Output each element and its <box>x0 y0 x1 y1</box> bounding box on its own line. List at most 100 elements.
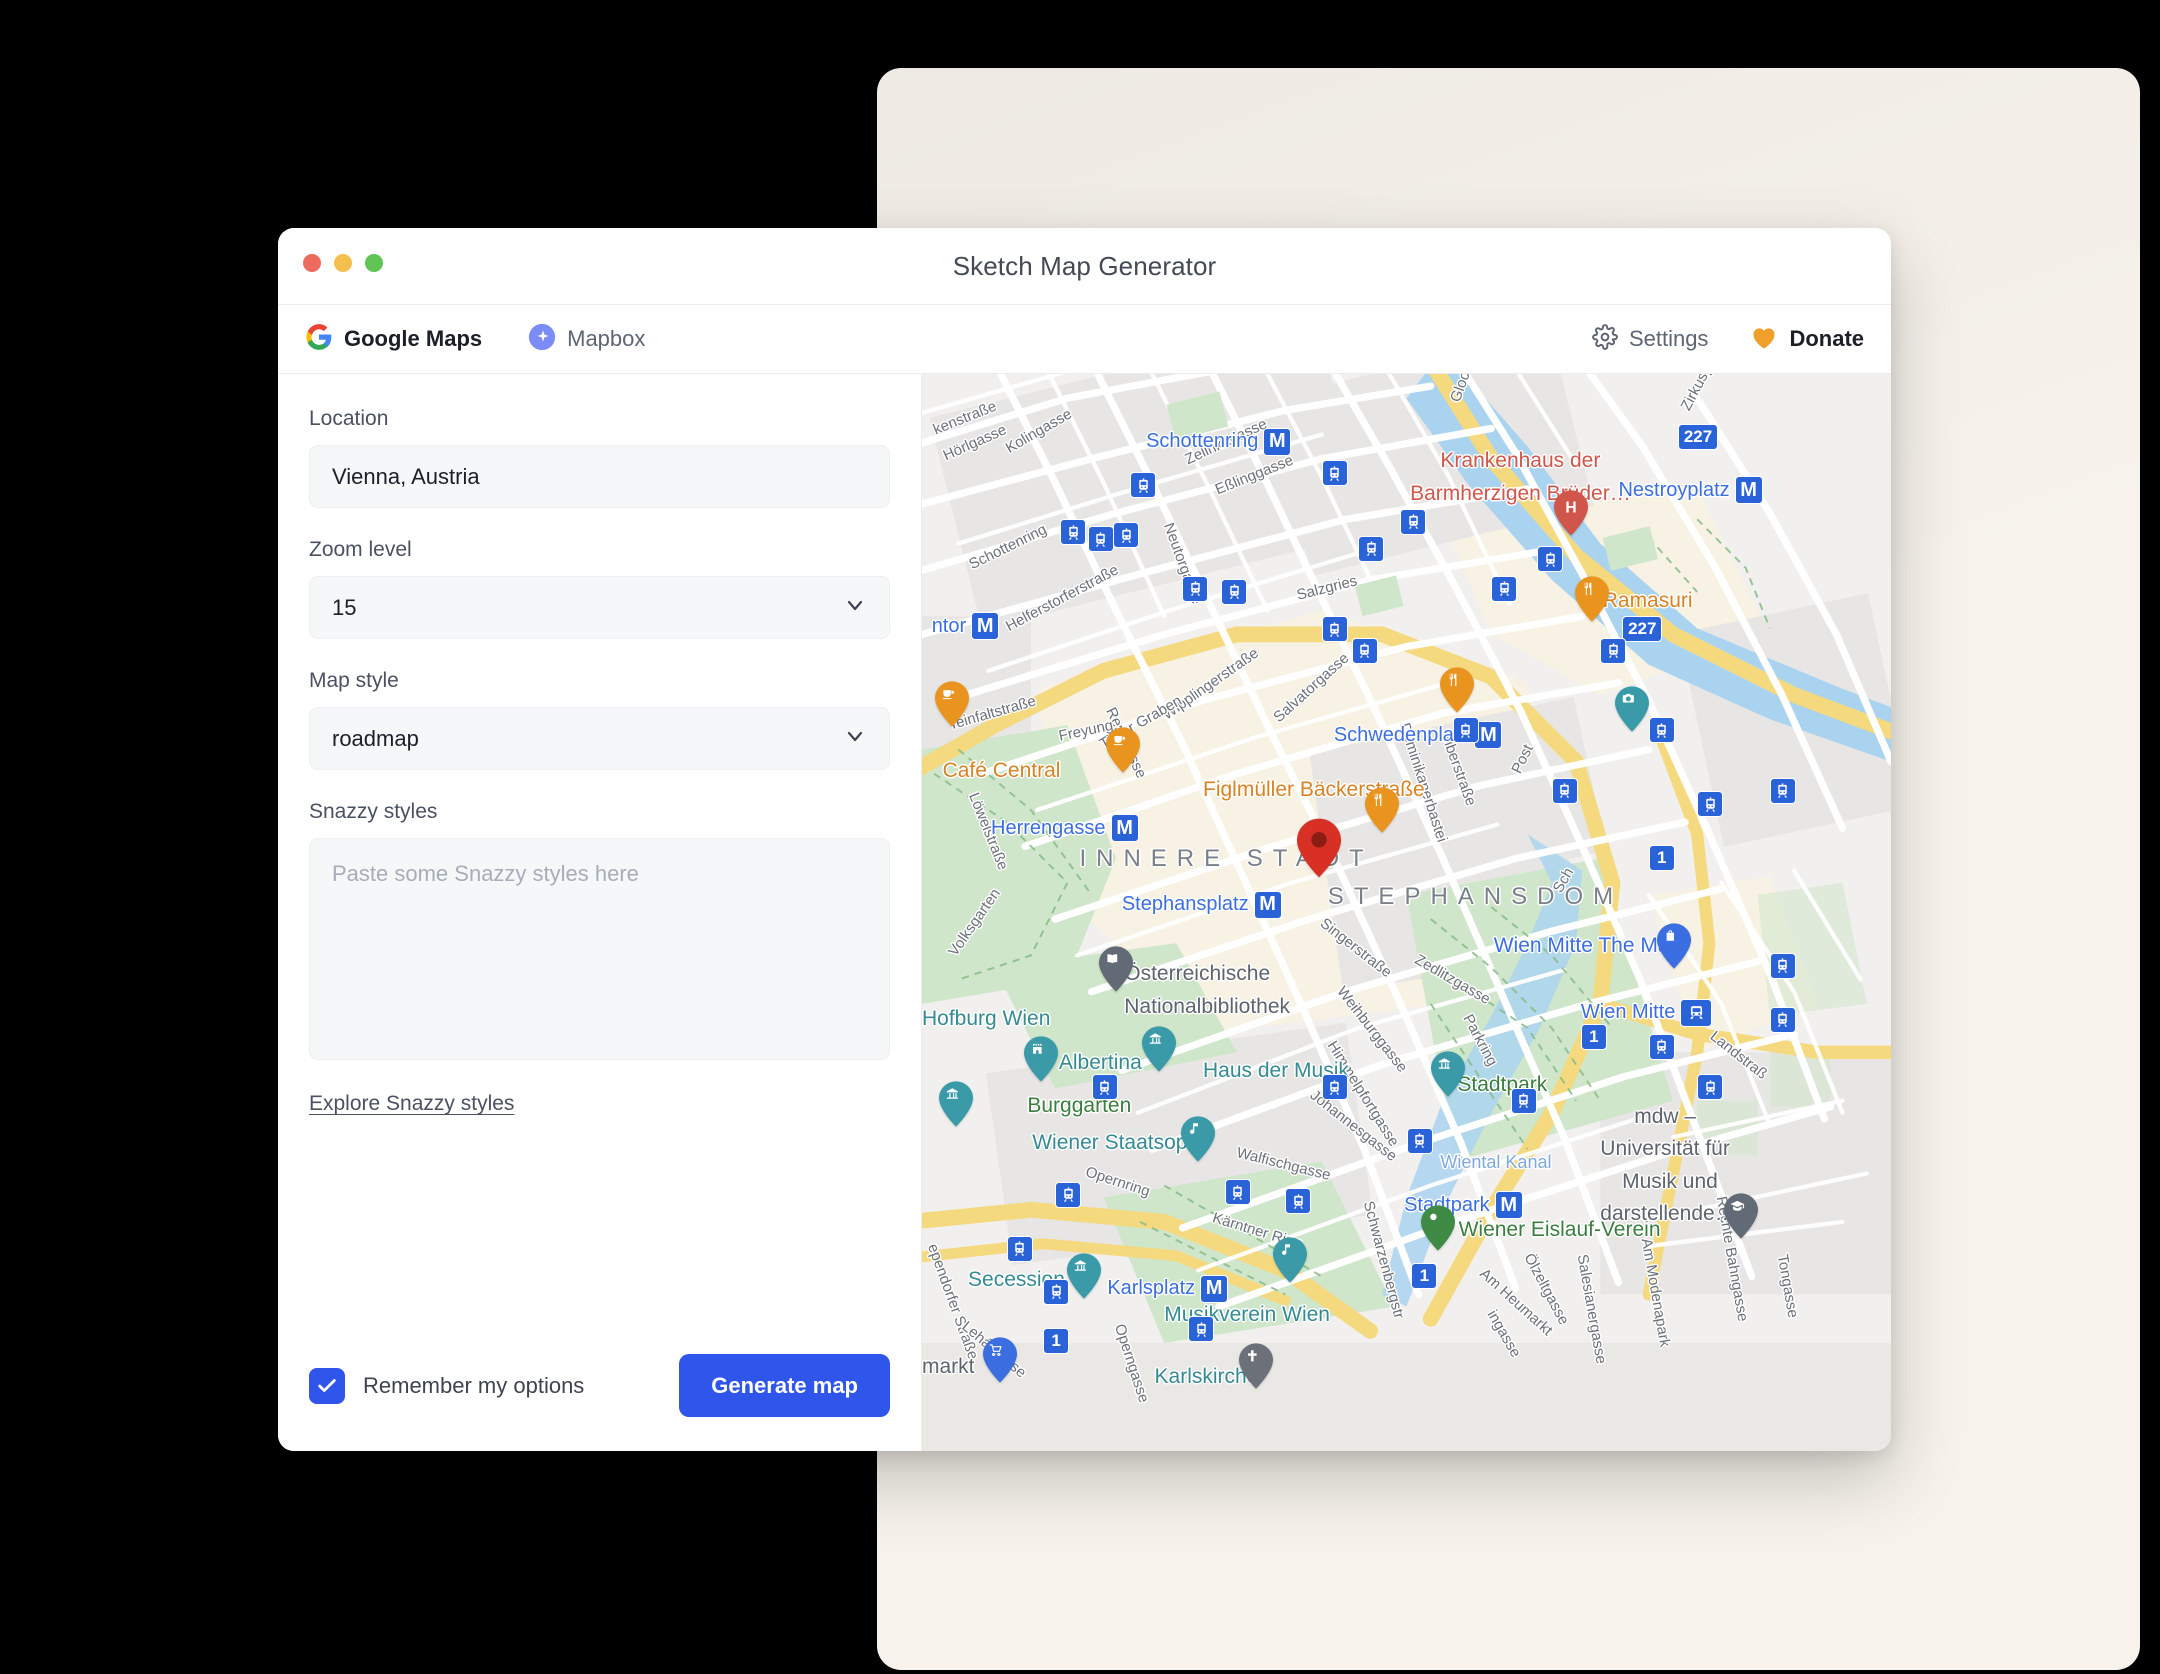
street-label: Schwarzenbergstr <box>1359 1198 1408 1320</box>
tram-stop-icon <box>1648 1033 1675 1060</box>
university-marker[interactable] <box>1723 1192 1758 1239</box>
tram-stop-icon <box>1224 1179 1251 1206</box>
street-label: Singerstraße <box>1316 914 1395 981</box>
photo-marker[interactable] <box>1614 686 1649 732</box>
selected-location-marker[interactable] <box>1297 818 1342 878</box>
donate-button[interactable]: Donate <box>1750 324 1864 355</box>
tram-stop-icon <box>1113 522 1140 549</box>
tab-google-maps[interactable]: Google Maps <box>305 323 482 356</box>
tram-stop-icon <box>1043 1278 1070 1305</box>
castle-marker[interactable] <box>1023 1036 1058 1083</box>
tab-mapbox[interactable]: Mapbox <box>528 323 645 356</box>
street-label: Walfischgasse <box>1234 1144 1333 1185</box>
street-label: Salvatorgasse <box>1269 649 1353 726</box>
location-label: Location <box>309 407 389 430</box>
tram-stop-icon <box>1285 1188 1312 1215</box>
restaurant-marker[interactable] <box>1574 576 1609 622</box>
tram-stop-icon <box>1400 508 1427 535</box>
transit-label-text: Schottenring <box>1146 430 1259 453</box>
street-label: Dominikanerbastei <box>1395 720 1451 844</box>
music-marker[interactable] <box>1181 1116 1216 1162</box>
poi-label: mdw – <box>1634 1105 1697 1128</box>
poi-label: Österreichische <box>1124 962 1271 986</box>
map-style-select[interactable]: roadmap <box>309 707 890 770</box>
maximize-window-button[interactable] <box>365 254 383 272</box>
tram-stop-icon <box>1006 1235 1033 1262</box>
snazzy-styles-textarea[interactable]: Paste some Snazzy styles here <box>309 838 890 1060</box>
poi-label: Wiener Staatsoper <box>1032 1130 1207 1154</box>
tram-stop-icon <box>1351 637 1378 664</box>
hospital-marker[interactable]: H <box>1554 490 1589 536</box>
restaurant-marker[interactable] <box>1440 667 1475 714</box>
museum-marker[interactable] <box>1067 1253 1102 1299</box>
street-label: Zelinkagasse <box>1182 415 1270 469</box>
cafe-marker[interactable] <box>935 681 970 727</box>
tram-stop-icon <box>1321 616 1348 643</box>
shopping-marker[interactable] <box>1657 923 1692 969</box>
poi-label: Barmherzigen Brüder… <box>1410 481 1631 505</box>
tram-stop-icon <box>1321 460 1348 487</box>
zoom-level-value: 15 <box>332 594 357 620</box>
street-label: Weihburggasse <box>1333 983 1411 1076</box>
options-panel: Location Vienna, Austria Zoom level 15 M… <box>278 374 922 1451</box>
remember-options-checkbox-row[interactable]: Remember my options <box>309 1367 584 1404</box>
tram-stop-icon <box>1769 777 1796 804</box>
street-label: Johannesgasse <box>1306 1086 1401 1165</box>
transit-badge-icon: M <box>1253 890 1282 919</box>
app-toolbar: Google Maps Mapbox Settings Donate <box>278 304 1891 374</box>
street-label: Tongasse <box>1773 1253 1802 1320</box>
transit-badge-icon <box>1680 998 1713 1027</box>
street-label: Wipplingerstraße <box>1159 644 1262 724</box>
museum-marker[interactable] <box>1430 1051 1465 1097</box>
explore-snazzy-styles-link[interactable]: Explore Snazzy styles <box>309 1092 514 1116</box>
church-marker[interactable] <box>1239 1343 1274 1389</box>
map-preview[interactable]: kenstraße Hörlgasse Kolingasse Zelinkagasse… <box>922 374 1891 1451</box>
tram-stop-icon <box>1406 1127 1433 1154</box>
street-label: Zedlitzgasse <box>1411 951 1494 1009</box>
restaurant-marker[interactable] <box>1365 787 1400 833</box>
transit-badge-icon: M <box>1474 721 1503 750</box>
library-marker[interactable] <box>1098 946 1133 992</box>
provider-tabs: Google Maps Mapbox <box>305 323 645 356</box>
supermarket-marker[interactable] <box>982 1336 1017 1383</box>
traffic-light-controls[interactable] <box>303 254 383 272</box>
music-marker[interactable] <box>1273 1237 1308 1283</box>
transit-label-text: Wien Mitte <box>1580 1001 1676 1024</box>
poi-label: Wiener Eislauf-Verein <box>1458 1218 1661 1242</box>
street-label: Sch <box>1549 864 1577 896</box>
settings-button[interactable]: Settings <box>1592 323 1709 355</box>
cafe-marker[interactable] <box>1106 727 1141 773</box>
tram-stop-icon <box>1182 575 1209 602</box>
park-marker[interactable] <box>1421 1204 1456 1251</box>
route-shield: 1 <box>1648 845 1675 872</box>
remember-options-checkbox[interactable] <box>309 1367 345 1404</box>
tram-stop-icon <box>1648 717 1675 744</box>
location-input[interactable]: Vienna, Austria <box>309 445 890 508</box>
street-label: ependorfer Straße <box>923 1241 982 1362</box>
toolbar-actions: Settings Donate <box>1592 323 1864 355</box>
poi-label: Wiental Kanal <box>1440 1152 1552 1173</box>
transit-badge-icon: M <box>1494 1191 1523 1220</box>
street-label: Am Modenapark <box>1637 1237 1674 1349</box>
zoom-level-select[interactable]: 15 <box>309 576 890 639</box>
route-shield: 1 <box>1580 1024 1607 1051</box>
check-icon <box>318 1378 336 1392</box>
museum-marker[interactable] <box>938 1081 973 1127</box>
poi-label: Nationalbibliothek <box>1124 994 1291 1018</box>
snazzy-styles-label: Snazzy styles <box>309 800 438 823</box>
street-label: Parkring <box>1459 1011 1501 1069</box>
minimize-window-button[interactable] <box>334 254 352 272</box>
street-label: Ölzeltgasse <box>1520 1250 1572 1329</box>
tab-mapbox-label: Mapbox <box>567 326 646 351</box>
tram-stop-icon <box>1452 717 1479 744</box>
tram-stop-icon <box>1188 1316 1215 1343</box>
museum-marker[interactable] <box>1142 1025 1177 1072</box>
settings-label: Settings <box>1628 326 1709 351</box>
close-window-button[interactable] <box>303 254 321 272</box>
tram-stop-icon <box>1551 777 1578 804</box>
tram-stop-icon <box>1769 1006 1796 1033</box>
svg-text:H: H <box>1566 499 1577 516</box>
generate-map-button[interactable]: Generate map <box>679 1354 890 1417</box>
